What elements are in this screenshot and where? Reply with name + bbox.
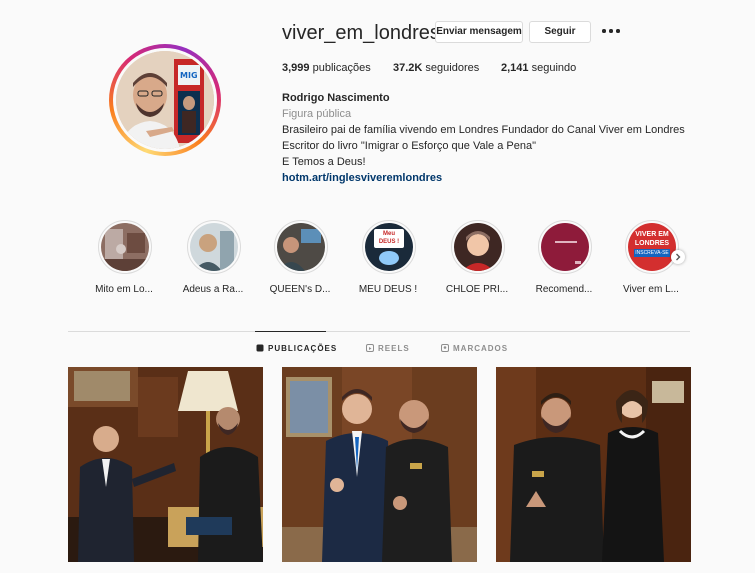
highlight-item[interactable]: Meu DEUS ! MEU DEUS ! [354,220,422,300]
highlight-item[interactable]: Recomend... [530,220,598,300]
avatar[interactable]: MIG [116,51,214,149]
bio-line: Escritor do livro "Imigrar o Esforço que… [282,140,536,152]
posts-label: publicações [312,62,371,74]
post-thumbnail[interactable] [68,367,263,562]
reels-icon [366,344,374,352]
highlight-item[interactable]: Mito em Lo... [90,220,158,300]
highlight-label: Adeus a Ra... [182,284,244,295]
tagged-icon [441,344,449,352]
chevron-right-icon[interactable] [671,250,685,264]
follow-button[interactable]: Seguir [529,21,591,43]
post-thumbnail[interactable] [496,367,691,562]
following-label: seguindo [531,62,577,74]
tab-reels[interactable]: REELS [366,344,410,353]
highlight-label: MEU DEUS ! [358,284,418,295]
following-stat[interactable]: 2,141 seguindo [501,62,576,74]
highlight-badge: Meu DEUS ! [374,229,404,248]
highlight-thumbnail [101,223,149,271]
highlight-label: QUEEN's D... [269,284,331,295]
posts-count-stat: 3,999 publicações [282,62,371,74]
bio-line: Brasileiro pai de família vivendo em Lon… [282,124,685,136]
active-tab-indicator [255,331,326,332]
highlight-thumbnail [190,223,238,271]
more-options-icon[interactable] [601,21,621,41]
highlight-label: CHLOE PRI... [445,284,509,295]
highlight-thumbnail [541,223,589,271]
highlight-item[interactable]: CHLOE PRI... [443,220,511,300]
profile-username: viver_em_londres [282,22,440,44]
tab-tagged[interactable]: MARCADOS [441,344,508,353]
post-thumbnail[interactable] [282,367,477,562]
highlight-badge-sub: INSCREVA-SE [634,249,670,257]
highlight-badge: VIVER EM LONDRES [634,231,670,247]
followers-label: seguidores [425,62,480,74]
highlight-item[interactable]: QUEEN's D... [266,220,334,300]
send-message-button[interactable]: Enviar mensagem [435,21,523,43]
highlight-thumbnail [277,223,325,271]
highlight-thumbnail: VIVER EM LONDRES INSCREVA-SE [628,223,676,271]
bio-line: E Temos a Deus! [282,156,366,168]
tab-posts[interactable]: PUBLICAÇÕES [256,344,337,353]
followers-stat[interactable]: 37.2K seguidores [393,62,479,74]
followers-count: 37.2K [393,62,423,74]
highlight-thumbnail: Meu DEUS ! [365,223,413,271]
profile-full-name: Rodrigo Nascimento [282,92,390,104]
section-divider [68,331,690,332]
highlight-thumbnail [454,223,502,271]
highlight-label: Viver em L... [623,284,679,295]
grid-icon [256,344,264,352]
following-count: 2,141 [501,62,529,74]
highlight-label: Mito em Lo... [95,284,153,295]
profile-category: Figura pública [282,108,352,120]
svg-text:MIG: MIG [180,71,198,80]
posts-count: 3,999 [282,62,310,74]
profile-link[interactable]: hotm.art/inglesviveremlondres [282,172,442,184]
highlight-label: Recomend... [535,284,593,295]
highlight-item[interactable]: Adeus a Ra... [179,220,247,300]
